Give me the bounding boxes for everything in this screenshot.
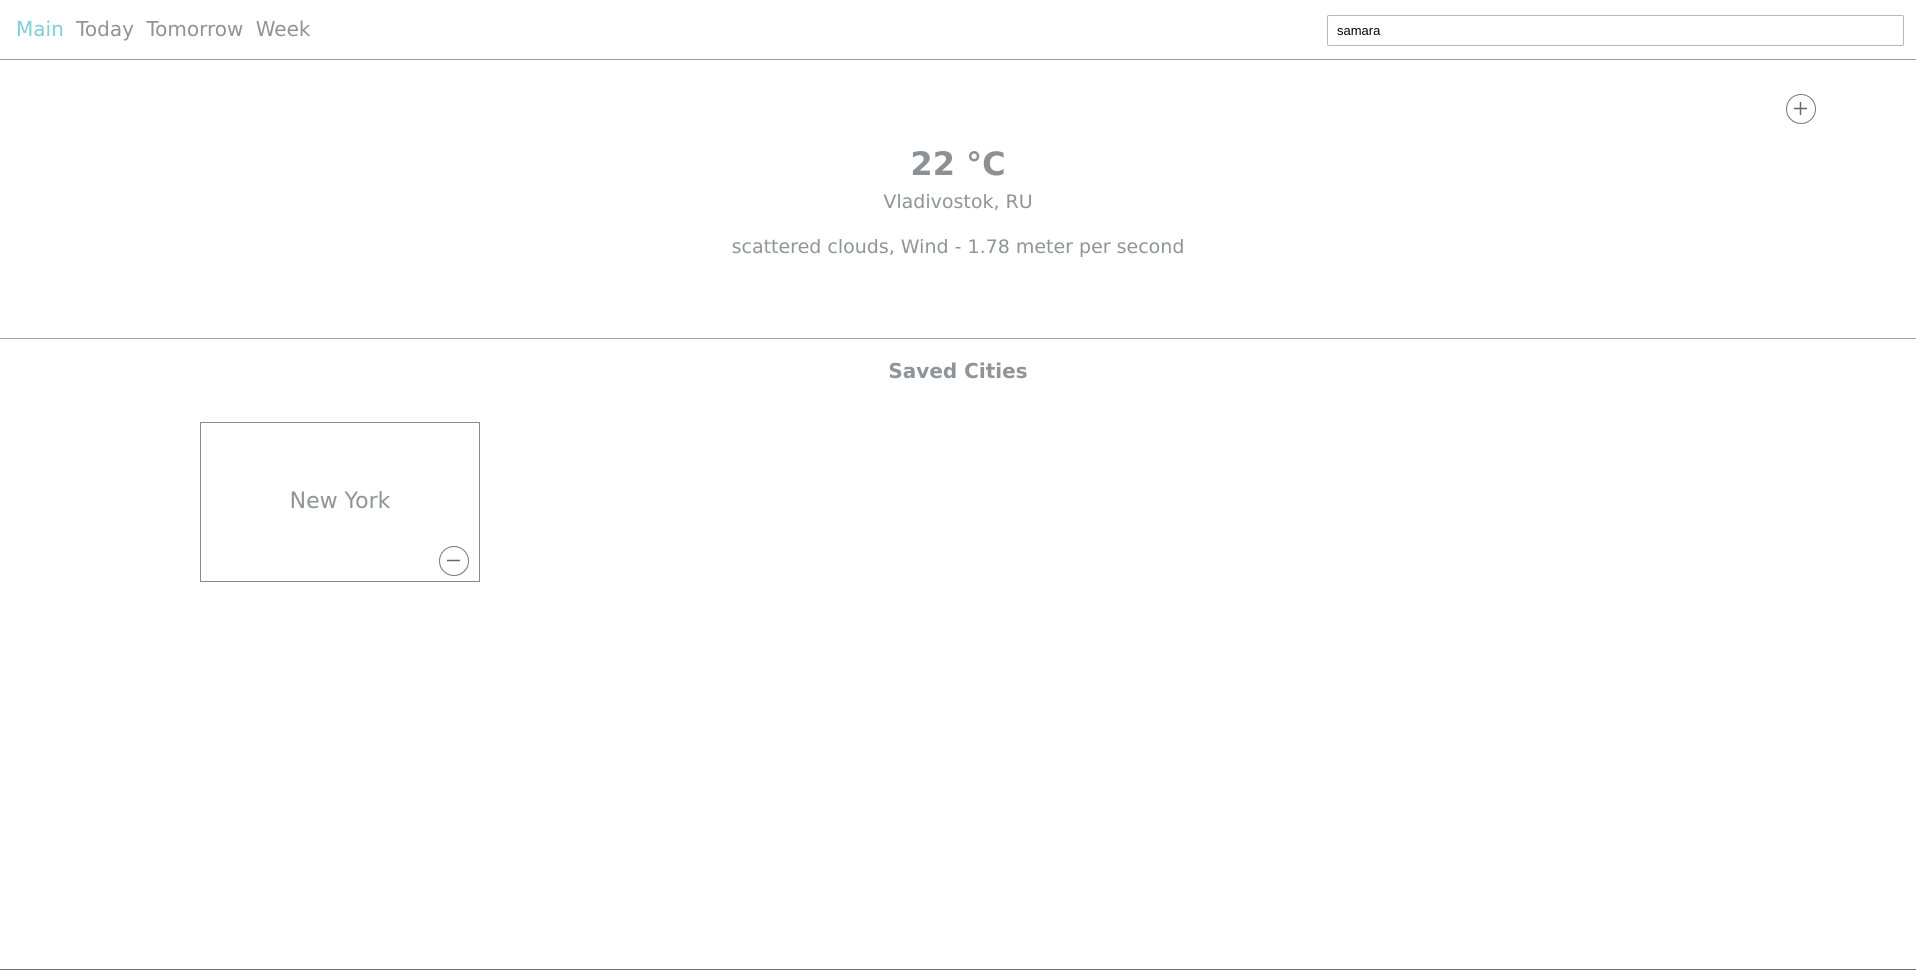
saved-city-name: New York bbox=[289, 489, 391, 514]
remove-city-button[interactable] bbox=[439, 546, 469, 576]
main-nav: Main Today Tomorrow Week bbox=[16, 17, 317, 41]
current-temperature: 22 °C bbox=[910, 145, 1006, 183]
nav-week[interactable]: Week bbox=[256, 17, 311, 41]
nav-tomorrow[interactable]: Tomorrow bbox=[146, 17, 243, 41]
nav-main[interactable]: Main bbox=[16, 17, 64, 41]
city-search-input[interactable] bbox=[1327, 15, 1904, 46]
add-city-button[interactable] bbox=[1786, 94, 1816, 124]
saved-cities-title: Saved Cities bbox=[888, 359, 1028, 383]
current-weather-panel: 22 °C Vladivostok, RU scattered clouds, … bbox=[0, 61, 1916, 339]
minus-circle-icon bbox=[440, 547, 468, 574]
plus-circle-icon bbox=[1787, 95, 1815, 122]
saved-city-card[interactable]: New York bbox=[200, 422, 480, 582]
current-location: Vladivostok, RU bbox=[883, 191, 1033, 213]
weather-page: Main Today Tomorrow Week 22 °C Vladivost… bbox=[0, 0, 1916, 970]
header: Main Today Tomorrow Week bbox=[0, 0, 1916, 60]
weather-description: scattered clouds, Wind - 1.78 meter per … bbox=[731, 236, 1185, 258]
nav-today[interactable]: Today bbox=[76, 17, 134, 41]
